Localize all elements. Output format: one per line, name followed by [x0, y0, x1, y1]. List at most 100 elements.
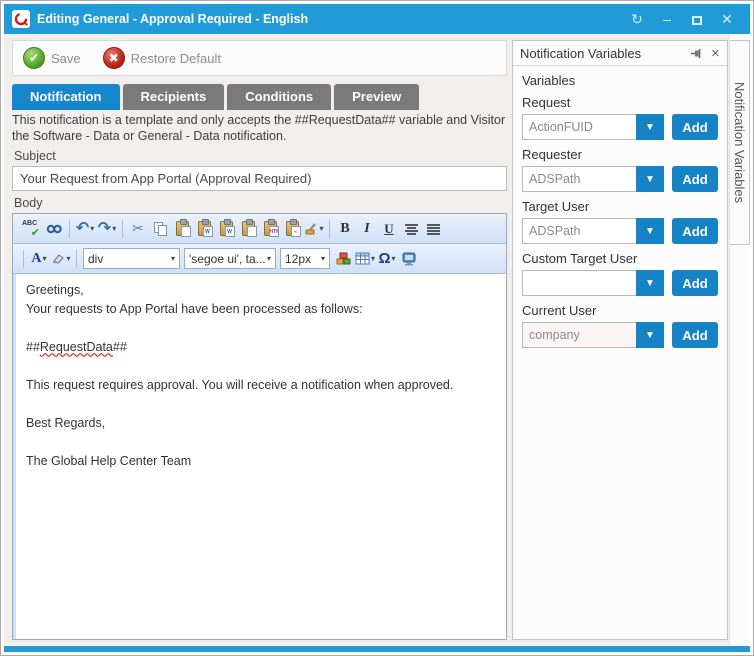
tab-recipients[interactable]: Recipients: [123, 84, 225, 110]
restore-default-label: Restore Default: [131, 51, 221, 66]
paste-from-word-icon[interactable]: W: [194, 218, 214, 240]
find-icon[interactable]: [44, 218, 64, 240]
target-user-variable-value: ADSPath: [522, 218, 636, 244]
cut-icon[interactable]: ✂: [128, 218, 148, 240]
panel-body: Variables Request ActionFUID ▼ Add Reque…: [513, 66, 727, 355]
add-target-user-variable-button[interactable]: Add: [672, 218, 718, 244]
template-info-text: This notification is a template and only…: [12, 112, 507, 144]
underline-icon[interactable]: U: [379, 218, 399, 240]
variable-label-custom-target-user: Custom Target User: [522, 251, 718, 266]
custom-target-user-variable-dropdown[interactable]: ▼: [522, 270, 664, 296]
variable-label-target-user: Target User: [522, 199, 718, 214]
tab-conditions[interactable]: Conditions: [227, 84, 331, 110]
highlight-color-icon[interactable]: ▾: [51, 248, 71, 270]
toolbar-separator: [76, 250, 77, 268]
variables-section-label: Variables: [522, 73, 718, 88]
paste-html-icon[interactable]: HTML: [260, 218, 280, 240]
body-editor[interactable]: Greetings, Your requests to App Portal h…: [13, 274, 506, 639]
app-window: Editing General - Approval Required - En…: [0, 0, 754, 656]
rich-text-editor: ABC✔ ↶▾ ↷▾ ✂ W W HTML «: [12, 213, 507, 640]
save-button[interactable]: ✔ Save: [23, 47, 81, 69]
window-content: ✔ Save ✖ Restore Default Notification Re…: [4, 34, 750, 646]
bold-icon[interactable]: B: [335, 218, 355, 240]
paste-icon[interactable]: [172, 218, 192, 240]
panel-header: Notification Variables ✕: [513, 41, 727, 66]
body-blank-line: [26, 395, 496, 414]
subject-input[interactable]: Your Request from App Portal (Approval R…: [12, 166, 507, 191]
variable-row: ActionFUID ▼ Add: [522, 114, 718, 140]
variable-row: ADSPath ▼ Add: [522, 218, 718, 244]
add-requester-variable-button[interactable]: Add: [672, 166, 718, 192]
paste-as-icon[interactable]: «: [282, 218, 302, 240]
font-family-dropdown[interactable]: 'segoe ui', ta...▾: [184, 248, 276, 269]
editor-toolbar-row1: ABC✔ ↶▾ ↷▾ ✂ W W HTML «: [13, 214, 506, 244]
body-blank-line: [26, 319, 496, 338]
special-character-icon[interactable]: Ω▾: [377, 248, 397, 270]
add-custom-target-user-variable-button[interactable]: Add: [672, 270, 718, 296]
undo-icon[interactable]: ↶▾: [75, 218, 95, 240]
panel-close-icon[interactable]: ✕: [711, 47, 720, 60]
window-titlebar: Editing General - Approval Required - En…: [4, 4, 750, 34]
font-color-icon[interactable]: A▾: [29, 248, 49, 270]
paragraph-style-dropdown[interactable]: div▾: [83, 248, 180, 269]
copy-icon[interactable]: [150, 218, 170, 240]
pin-icon[interactable]: [690, 48, 703, 59]
paste-plain-text-icon[interactable]: [238, 218, 258, 240]
requester-variable-value: ADSPath: [522, 166, 636, 192]
toolbar-separator: [69, 220, 70, 238]
dropdown-arrow-icon[interactable]: ▼: [636, 270, 664, 296]
command-toolbar: ✔ Save ✖ Restore Default: [12, 40, 507, 76]
save-check-icon: ✔: [23, 47, 45, 69]
italic-icon[interactable]: I: [357, 218, 377, 240]
window-title: Editing General - Approval Required - En…: [37, 12, 622, 26]
requester-variable-dropdown[interactable]: ADSPath ▼: [522, 166, 664, 192]
variable-row: ▼ Add: [522, 270, 718, 296]
dropdown-arrow-icon[interactable]: ▼: [636, 218, 664, 244]
body-blank-line: [26, 357, 496, 376]
minimize-icon[interactable]: –: [652, 4, 682, 34]
insert-table-icon[interactable]: ▾: [355, 248, 375, 270]
request-variable-dropdown[interactable]: ActionFUID ▼: [522, 114, 664, 140]
notification-variables-panel: Notification Variables ✕ Variables Reque…: [512, 40, 728, 640]
insert-image-icon[interactable]: [333, 248, 353, 270]
body-line: This request requires approval. You will…: [26, 376, 496, 395]
module-icon[interactable]: [399, 248, 419, 270]
current-user-variable-dropdown[interactable]: company ▼: [522, 322, 664, 348]
dropdown-arrow-icon[interactable]: ▼: [636, 322, 664, 348]
variable-label-requester: Requester: [522, 147, 718, 162]
toolbar-separator: [23, 250, 24, 268]
notification-variables-vertical-tab[interactable]: Notification Variables: [730, 40, 750, 245]
custom-target-user-variable-value: [522, 270, 636, 296]
info-line-2: the Software - Data or General - Data no…: [12, 128, 507, 144]
body-line: Your requests to App Portal have been pr…: [26, 300, 496, 319]
window-border-bottom: [4, 646, 750, 652]
restore-x-icon: ✖: [103, 47, 125, 69]
close-icon[interactable]: ✕: [712, 4, 742, 34]
target-user-variable-dropdown[interactable]: ADSPath ▼: [522, 218, 664, 244]
restore-default-button[interactable]: ✖ Restore Default: [103, 47, 221, 69]
body-label: Body: [14, 196, 507, 210]
editor-toolbar-row2: A▾ ▾ div▾ 'segoe ui', ta...▾ 12px▾: [13, 244, 506, 274]
font-size-dropdown[interactable]: 12px▾: [280, 248, 330, 269]
align-center-icon[interactable]: [401, 218, 421, 240]
refresh-icon[interactable]: ↻: [622, 4, 652, 34]
body-line: Best Regards,: [26, 414, 496, 433]
body-line: The Global Help Center Team: [26, 452, 496, 471]
add-current-user-variable-button[interactable]: Add: [672, 322, 718, 348]
tab-notification[interactable]: Notification: [12, 84, 120, 110]
toolbar-separator: [329, 220, 330, 238]
format-painter-icon[interactable]: ▾: [304, 218, 324, 240]
dropdown-arrow-icon[interactable]: ▼: [636, 114, 664, 140]
justify-icon[interactable]: [423, 218, 443, 240]
variable-label-request: Request: [522, 95, 718, 110]
redo-icon[interactable]: ↷▾: [97, 218, 117, 240]
dropdown-arrow-icon[interactable]: ▼: [636, 166, 664, 192]
paste-from-word-nostyle-icon[interactable]: W: [216, 218, 236, 240]
add-request-variable-button[interactable]: Add: [672, 114, 718, 140]
spellcheck-icon[interactable]: ABC✔: [20, 218, 42, 240]
tab-preview[interactable]: Preview: [334, 84, 419, 110]
body-line: Greetings,: [26, 281, 496, 300]
variable-label-current-user: Current User: [522, 303, 718, 318]
info-line-1: This notification is a template and only…: [12, 112, 507, 128]
maximize-icon[interactable]: [682, 4, 712, 34]
